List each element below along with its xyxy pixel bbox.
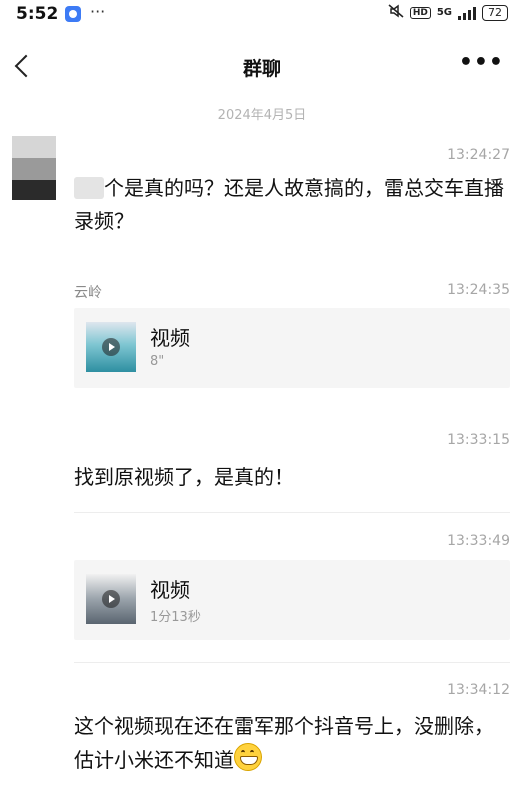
- sender-name: 云岭: [74, 285, 102, 301]
- more-options-icon[interactable]: •••: [459, 50, 504, 75]
- play-icon: [102, 338, 120, 356]
- avatar[interactable]: [12, 136, 56, 200]
- status-time: 5:52: [16, 4, 59, 24]
- system-icons: HD 5G 72: [388, 4, 508, 21]
- page-title: 群聊: [242, 58, 281, 80]
- message-text[interactable]: 这个视频现在还在雷军那个抖音号上，没删除，估计小米还不知道: [74, 710, 504, 777]
- message-text[interactable]: 个是真的吗？还是人故意搞的，雷总交车直播录频？: [74, 172, 504, 238]
- play-icon: [102, 590, 120, 608]
- grin-emoji-icon: [234, 743, 262, 771]
- hd-icon: HD: [409, 6, 431, 19]
- video-message[interactable]: 视频 1分13秒: [74, 560, 510, 640]
- video-thumbnail: [86, 322, 136, 372]
- message-text[interactable]: 找到原视频了，是真的！: [74, 461, 504, 494]
- video-message[interactable]: 视频 8": [74, 308, 510, 388]
- video-duration: 1分13秒: [150, 610, 201, 625]
- battery-icon: 72: [482, 4, 508, 21]
- title-bar: 群聊 •••: [0, 40, 524, 92]
- message-time: 13:24:35: [447, 282, 510, 298]
- mute-icon: [388, 4, 404, 21]
- divider: [74, 512, 510, 513]
- signal-icon: [458, 6, 476, 20]
- status-bar: 5:52 ··· HD 5G 72: [0, 0, 524, 26]
- status-more-icon: ···: [90, 2, 106, 21]
- date-separator: 2024年4月5日: [217, 108, 307, 123]
- network-type: 5G: [436, 7, 452, 18]
- message-time: 13:33:15: [447, 432, 510, 448]
- redacted-text: [74, 177, 104, 199]
- video-thumbnail: [86, 574, 136, 624]
- message-body: 这个视频现在还在雷军那个抖音号上，没删除，估计小米还不知道: [74, 714, 494, 772]
- divider: [74, 662, 510, 663]
- message-body: 个是真的吗？还是人故意搞的，雷总交车直播录频？: [74, 176, 504, 233]
- app-notification-icon: [65, 6, 81, 22]
- message-time: 13:33:49: [447, 533, 510, 549]
- video-duration: 8": [150, 354, 165, 369]
- message-time: 13:34:12: [447, 682, 510, 698]
- video-label: 视频: [150, 578, 190, 602]
- message-time: 13:24:27: [447, 147, 510, 163]
- video-label: 视频: [150, 326, 190, 350]
